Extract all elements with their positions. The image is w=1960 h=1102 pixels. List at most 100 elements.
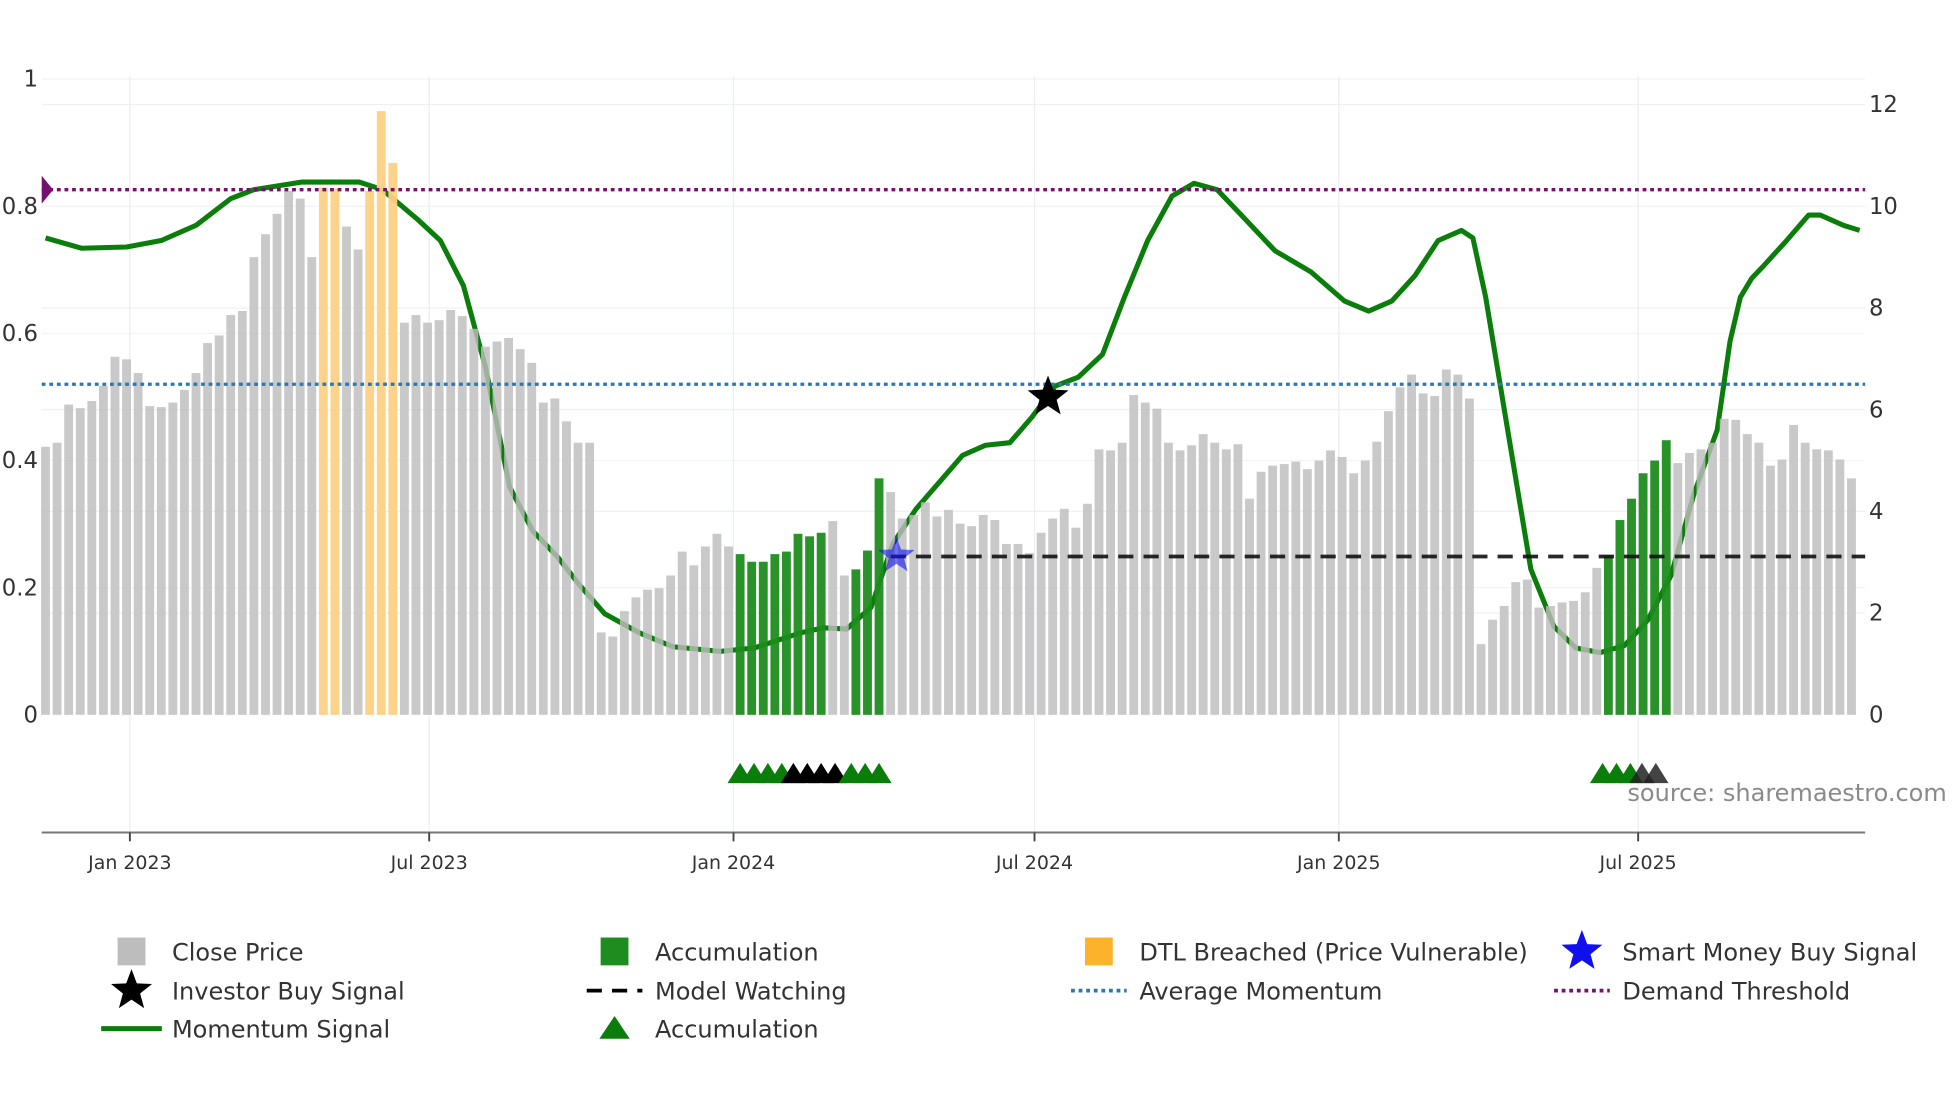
close-price-bar bbox=[1036, 532, 1046, 715]
accumulation-bar bbox=[1638, 473, 1648, 715]
source-note: source: sharemaestro.com bbox=[1627, 779, 1946, 807]
close-price-bar bbox=[504, 337, 514, 715]
close-price-bar bbox=[1372, 441, 1382, 715]
close-price-bar bbox=[214, 335, 224, 715]
close-price-bar bbox=[353, 249, 363, 715]
close-price-bar bbox=[98, 385, 108, 715]
legend-label: Smart Money Buy Signal bbox=[1622, 938, 1917, 966]
close-price-bar bbox=[52, 442, 62, 715]
accumulation-bar bbox=[793, 533, 803, 715]
dtl-breached-bar bbox=[388, 162, 398, 715]
close-price-bar bbox=[1291, 461, 1301, 715]
close-price-bar bbox=[1684, 452, 1694, 715]
legend-item: Momentum Signal bbox=[101, 1015, 390, 1043]
y-left-tick-label: 0.2 bbox=[2, 575, 38, 601]
y-left-tick-label: 0.4 bbox=[2, 448, 38, 474]
close-price-bar bbox=[1013, 543, 1023, 715]
y-left-tick-label: 1 bbox=[23, 67, 37, 93]
legend: Close Price Accumulation DTL Breached (Pri… bbox=[101, 929, 1917, 1043]
close-price-bar bbox=[1221, 449, 1231, 715]
close-price-bar bbox=[1742, 434, 1752, 715]
close-price-bar bbox=[1673, 463, 1683, 715]
close-price-bar bbox=[1349, 473, 1359, 715]
accumulation-bar bbox=[863, 550, 872, 715]
close-price-bar bbox=[133, 373, 143, 715]
close-price-bar bbox=[1696, 449, 1706, 715]
close-price-bar bbox=[1268, 465, 1278, 715]
accumulation-bar bbox=[816, 532, 826, 715]
legend-label: Model Watching bbox=[655, 978, 847, 1006]
y-right-tick-label: 10 bbox=[1869, 194, 1898, 220]
legend-item: Demand Threshold bbox=[1554, 978, 1850, 1006]
x-tick-label: Jan 2023 bbox=[87, 852, 172, 874]
accumulation-bar bbox=[770, 554, 780, 715]
accumulation-bar bbox=[1603, 555, 1613, 715]
accumulation-bar bbox=[782, 551, 791, 715]
close-price-bar bbox=[1847, 478, 1856, 715]
close-price-bar bbox=[944, 509, 953, 715]
close-price-bar bbox=[249, 257, 259, 715]
close-price-bar bbox=[712, 533, 722, 715]
legend-label: Accumulation bbox=[655, 1015, 819, 1043]
close-price-bar bbox=[457, 316, 467, 715]
close-price-bar bbox=[64, 404, 74, 715]
close-price-bar bbox=[191, 373, 201, 715]
legend-label: Momentum Signal bbox=[172, 1015, 390, 1043]
close-price-bar bbox=[1546, 606, 1555, 715]
close-price-bar bbox=[1592, 567, 1602, 715]
close-price-bar bbox=[886, 492, 896, 715]
close-price-bar bbox=[41, 446, 50, 715]
legend-label: Accumulation bbox=[655, 938, 819, 966]
accumulation-bar bbox=[874, 478, 884, 715]
close-price-bar bbox=[596, 632, 606, 715]
close-price-bar bbox=[538, 402, 548, 715]
legend-item: Smart Money Buy Signal bbox=[1561, 929, 1917, 969]
demand-threshold-marker-icon bbox=[41, 175, 54, 204]
accumulation-bar bbox=[1661, 440, 1671, 715]
close-price-bar bbox=[1418, 393, 1428, 715]
close-price-bar bbox=[689, 565, 699, 715]
close-price-bar bbox=[87, 401, 97, 715]
close-price-bar bbox=[562, 421, 571, 715]
close-price-bar bbox=[1511, 582, 1521, 715]
legend-item: DTL Breached (Price Vulnerable) bbox=[1084, 937, 1528, 966]
close-price-bar bbox=[631, 597, 641, 715]
close-price-bar bbox=[1488, 619, 1498, 715]
legend-label: Close Price bbox=[172, 938, 304, 966]
x-tick-label: Jul 2025 bbox=[1599, 852, 1677, 874]
close-price-bar bbox=[1789, 424, 1799, 715]
close-price-bar bbox=[1025, 553, 1034, 715]
dtl-breached-bar bbox=[318, 187, 328, 715]
dtl-breached-bar bbox=[330, 188, 340, 715]
close-price-bar bbox=[1302, 469, 1312, 715]
close-price-bar bbox=[1534, 607, 1544, 715]
close-price-bar bbox=[1337, 456, 1347, 715]
close-price-bar bbox=[145, 406, 155, 715]
legend-item: Investor Buy Signal bbox=[111, 969, 405, 1009]
close-price-bar bbox=[226, 315, 236, 715]
legend-item: Accumulation bbox=[600, 937, 819, 966]
close-price-bar bbox=[411, 315, 421, 715]
close-price-bar bbox=[1835, 459, 1845, 715]
accumulation-bar bbox=[1627, 498, 1636, 715]
y-right-tick-label: 6 bbox=[1869, 397, 1883, 423]
close-price-bar bbox=[828, 521, 838, 715]
close-price-bar bbox=[237, 311, 247, 715]
close-price-bar bbox=[307, 257, 317, 715]
close-price-bar bbox=[1048, 518, 1058, 715]
legend-item: Average Momentum bbox=[1071, 978, 1382, 1006]
y-right-tick-label: 2 bbox=[1869, 601, 1883, 627]
y-right-tick-label: 8 bbox=[1869, 296, 1883, 322]
x-tick-label: Jul 2023 bbox=[390, 852, 468, 874]
close-price-bar bbox=[1175, 450, 1185, 715]
close-price-bar bbox=[585, 442, 595, 715]
close-price-bar bbox=[1453, 374, 1463, 715]
close-price-bar bbox=[1314, 460, 1324, 715]
close-price-bar bbox=[932, 516, 942, 715]
close-price-bar bbox=[654, 588, 664, 715]
accumulation-bar bbox=[851, 569, 861, 715]
legend-item: Accumulation bbox=[599, 1015, 819, 1043]
close-price-bar bbox=[978, 514, 988, 715]
close-price-bar bbox=[967, 526, 977, 715]
close-price-bar bbox=[75, 408, 85, 715]
